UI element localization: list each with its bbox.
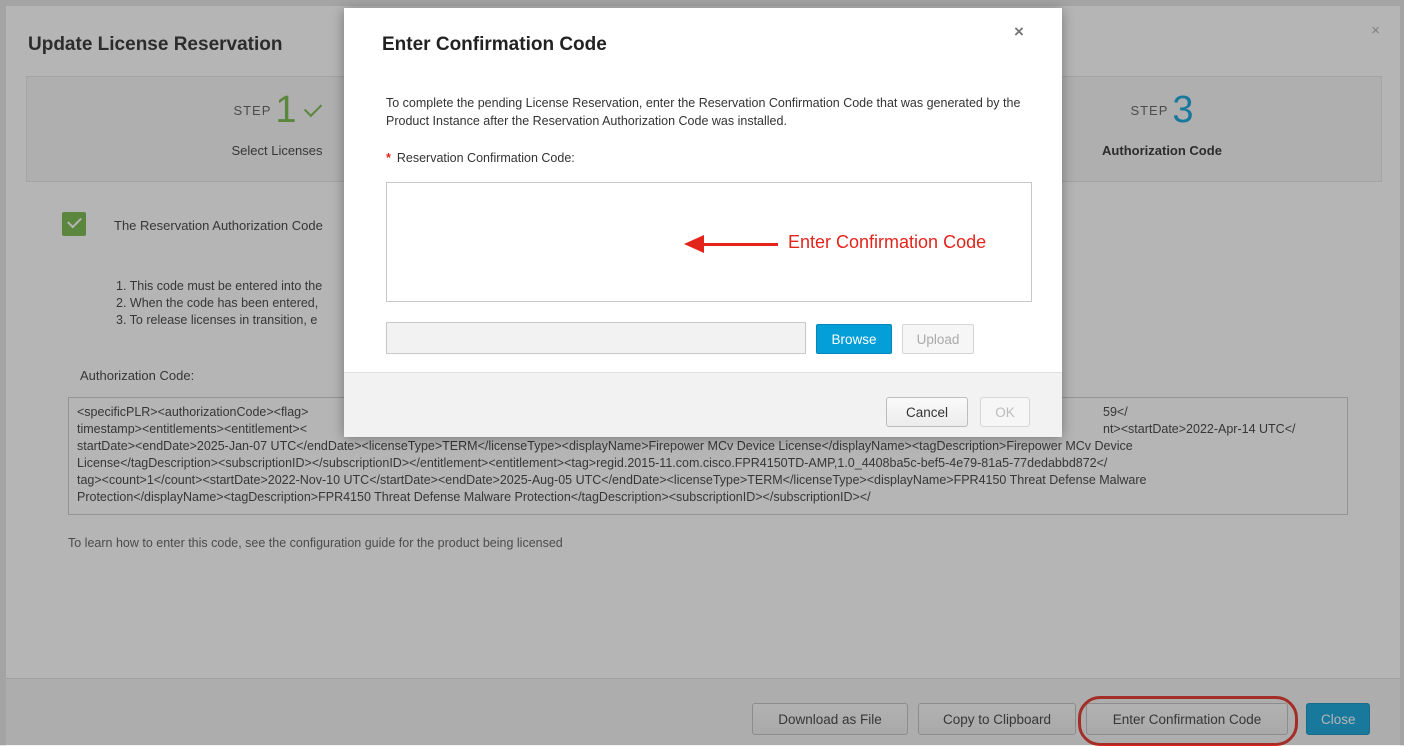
modal-description: To complete the pending License Reservat… [386,96,1021,128]
modal-title: Enter Confirmation Code [382,34,607,55]
modal-footer: Cancel OK [344,372,1062,437]
field-label-text: Reservation Confirmation Code: [396,151,575,165]
browse-button[interactable]: Browse [816,324,892,354]
ok-button[interactable]: OK [980,397,1030,427]
required-marker: * [386,151,391,165]
annotation-arrow: Enter Confirmation Code [684,230,1034,260]
upload-button[interactable]: Upload [902,324,974,354]
arrow-shaft [702,243,778,246]
field-label: * Reservation Confirmation Code: [386,151,575,165]
cancel-button[interactable]: Cancel [886,397,968,427]
annotation-text: Enter Confirmation Code [788,232,987,252]
arrow-left-icon [684,235,704,253]
close-icon[interactable]: × [1014,22,1024,42]
enter-confirmation-code-modal: Enter Confirmation Code × To complete th… [344,8,1062,437]
file-path-field[interactable] [386,322,806,354]
